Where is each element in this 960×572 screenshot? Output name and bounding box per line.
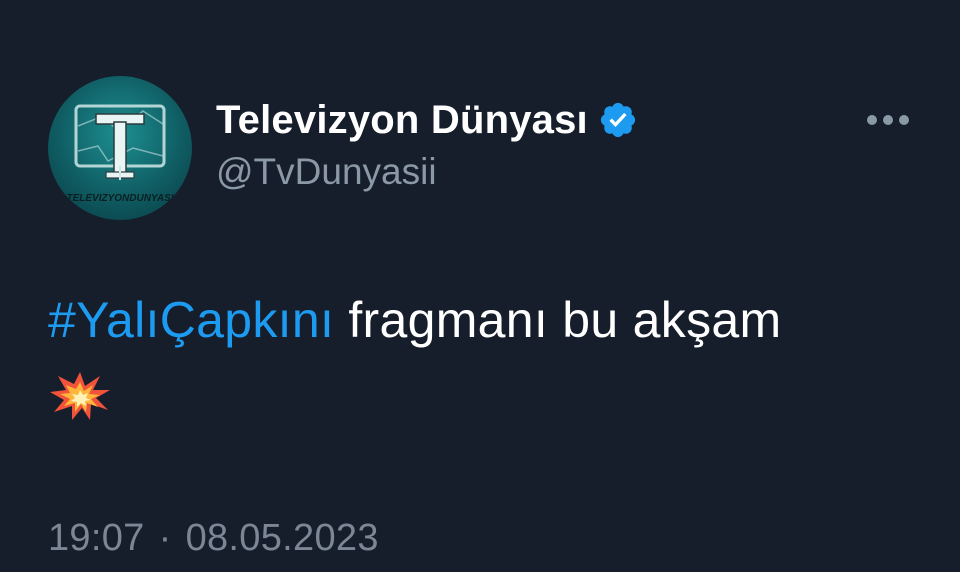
more-options-button[interactable] — [864, 104, 912, 136]
user-handle[interactable]: @TvDunyasii — [216, 148, 638, 196]
avatar[interactable]: TELEVIZYONDUNYASI — [48, 76, 192, 220]
tweet-body-text: fragmanı bu akşam — [334, 292, 782, 348]
tweet-time[interactable]: 19:07 — [48, 517, 145, 559]
more-horizontal-icon — [867, 115, 909, 125]
user-info: Televizyon Dünyası @TvDunyasii — [216, 96, 638, 196]
tweet-text: #YalıÇapkını fragmanı bu akşam — [48, 288, 928, 422]
tweet-date[interactable]: 08.05.2023 — [186, 517, 379, 559]
verified-badge-icon[interactable] — [598, 100, 638, 140]
collision-emoji-icon — [50, 372, 110, 420]
meta-separator: · — [158, 517, 172, 559]
name-row: Televizyon Dünyası — [216, 96, 638, 144]
tweet-card: TELEVIZYONDUNYASI Televizyon Dünyası @Tv… — [0, 0, 960, 572]
hashtag-link[interactable]: #YalıÇapkını — [48, 292, 334, 348]
display-name[interactable]: Televizyon Dünyası — [216, 96, 588, 144]
tv-logo-icon: TELEVIZYONDUNYASI — [66, 104, 174, 204]
tweet-meta: 19:07 · 08.05.2023 — [48, 514, 379, 562]
avatar-caption: TELEVIZYONDUNYASI — [66, 193, 173, 204]
